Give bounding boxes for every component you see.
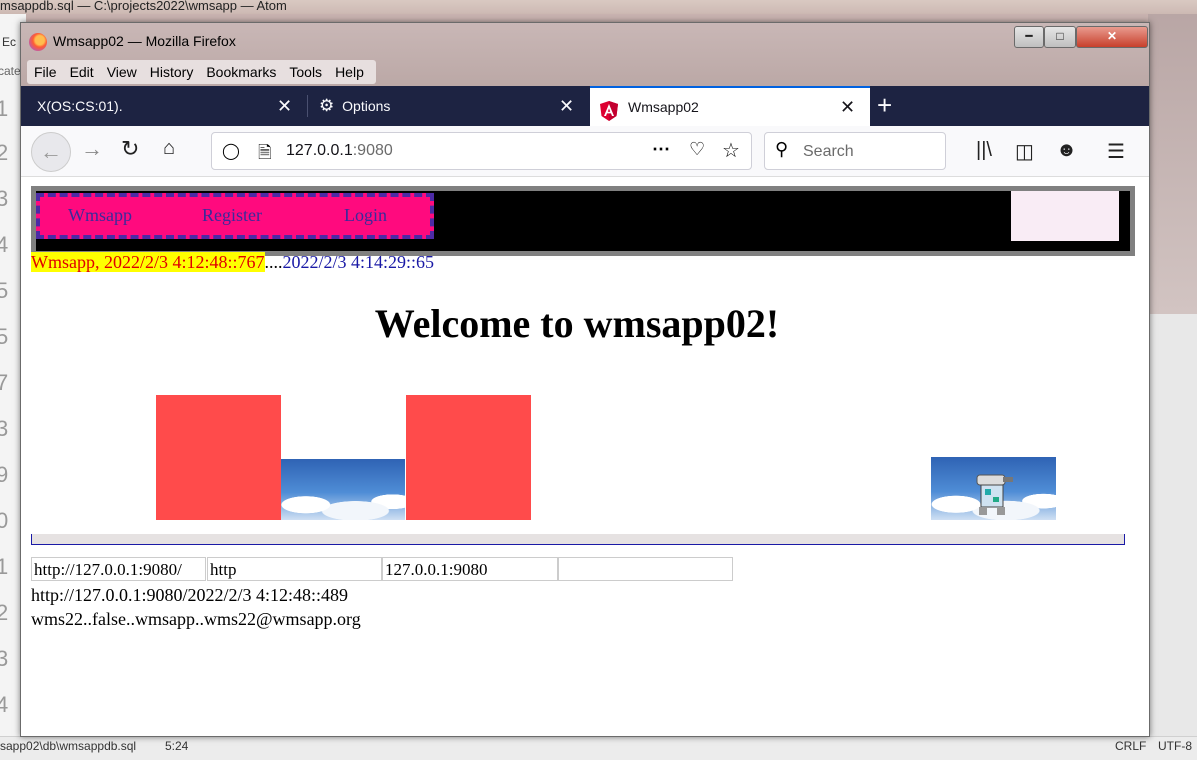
line-number: 3 <box>0 646 9 671</box>
status-file-path[interactable]: sapp02\db\wmsappdb.sql <box>0 738 136 755</box>
status-cursor-position[interactable]: 5:24 <box>165 738 188 755</box>
menu-help[interactable]: Help <box>328 64 370 80</box>
host-field[interactable]: 127.0.0.1:9080 <box>382 557 558 581</box>
nav-link-wmsapp[interactable]: Wmsapp <box>68 205 132 226</box>
divider-bar <box>31 534 1125 545</box>
firefox-logo-icon <box>29 33 47 51</box>
firefox-window: Wmsapp02 — Mozilla Firefox ━ □ ✕ File Ed… <box>20 22 1150 737</box>
close-tab-icon[interactable]: ✕ <box>277 86 292 126</box>
url-timestamp-text: http://127.0.0.1:9080/2022/2/3 4:12:48::… <box>31 585 349 605</box>
tab-bar: X(OS:CS:01). ✕ ⚙ Options ✕ Wmsapp02 ✕ + <box>21 86 1149 126</box>
firefox-titlebar: Wmsapp02 — Mozilla Firefox ━ □ ✕ File Ed… <box>21 23 1149 86</box>
current-timestamp: 2022/2/3 4:14:29::65 <box>282 252 435 272</box>
navbar-right-box <box>1011 191 1119 241</box>
user-info-text: wms22..false..wmsapp..wms22@wmsapp.org <box>31 609 361 629</box>
line-number: 5 <box>0 324 9 349</box>
tab-label: Options <box>342 98 391 114</box>
atom-status-bar: sapp02\db\wmsappdb.sql 5:24 CRLF UTF-8 <box>0 736 1197 760</box>
app-timestamp: Wmsapp, 2022/2/3 4:12:48::767 <box>31 252 265 272</box>
sidebar-icon[interactable]: ◫ <box>1015 139 1034 164</box>
line-number: 0 <box>0 508 9 533</box>
empty-field[interactable] <box>558 557 733 581</box>
navigation-toolbar: ← → ↻ ⌂ ◯ 🗎 127.0.0.1:9080 ⋯ ♡ ☆ ⚲ Searc… <box>21 126 1149 177</box>
atom-tab-label-2: cate <box>0 64 21 78</box>
url-bar[interactable]: ◯ 🗎 127.0.0.1:9080 ⋯ ♡ ☆ <box>211 132 752 170</box>
red-block <box>156 395 281 520</box>
search-placeholder: Search <box>803 143 854 160</box>
nav-link-login[interactable]: Login <box>344 205 387 226</box>
shield-icon[interactable]: ◯ <box>222 141 240 161</box>
menu-file[interactable]: File <box>27 64 63 80</box>
new-tab-button[interactable]: + <box>877 90 892 121</box>
status-encoding[interactable]: UTF-8 <box>1158 738 1192 755</box>
robot-icon <box>976 474 1013 515</box>
tab-1[interactable]: X(OS:CS:01). ✕ <box>37 86 307 126</box>
close-window-button[interactable]: ✕ <box>1076 26 1148 48</box>
home-button[interactable]: ⌂ <box>163 137 175 160</box>
gear-icon: ⚙ <box>319 96 335 115</box>
line-number: 9 <box>0 462 9 487</box>
close-tab-icon[interactable]: ✕ <box>559 86 574 126</box>
menu-hamburger-icon[interactable]: ☰ <box>1107 139 1125 164</box>
menu-view[interactable]: View <box>100 64 143 80</box>
url-field[interactable]: http://127.0.0.1:9080/ <box>31 557 206 581</box>
library-icon[interactable]: ||\ <box>976 139 992 162</box>
page-title: Welcome to wmsapp02! <box>374 301 780 346</box>
search-bar[interactable]: ⚲ Search <box>764 132 946 170</box>
page-content: Wmsapp Register Login Wmsapp, 2022/2/3 4… <box>21 177 1149 736</box>
search-icon: ⚲ <box>775 139 789 159</box>
app-menu: Wmsapp Register Login <box>36 193 434 239</box>
menu-bookmarks[interactable]: Bookmarks <box>199 64 282 80</box>
angular-icon <box>600 97 618 121</box>
nav-link-register[interactable]: Register <box>202 205 262 226</box>
line-number: 4 <box>0 692 9 717</box>
tab-label: Wmsapp02 <box>628 99 699 115</box>
pocket-icon[interactable]: ♡ <box>689 139 705 160</box>
account-icon[interactable]: ☻ <box>1056 139 1077 162</box>
menu-history[interactable]: History <box>143 64 200 80</box>
status-line-ending[interactable]: CRLF <box>1115 738 1146 755</box>
red-block <box>406 395 531 520</box>
page-actions-icon[interactable]: ⋯ <box>652 139 670 160</box>
line-number: 3 <box>0 186 9 211</box>
line-number: 1 <box>0 554 9 579</box>
menu-bar: File Edit View History Bookmarks Tools H… <box>27 60 376 84</box>
back-button[interactable]: ← <box>31 132 71 172</box>
line-number: 7 <box>0 370 9 395</box>
line-number: 5 <box>0 278 9 303</box>
sky-image <box>281 459 405 520</box>
line-number: 4 <box>0 232 9 257</box>
protocol-field[interactable]: http <box>207 557 382 581</box>
url-text[interactable]: 127.0.0.1:9080 <box>286 142 393 160</box>
tab-options[interactable]: ⚙ Options ✕ <box>319 86 589 126</box>
page-icon: 🗎 <box>258 143 272 162</box>
timestamp-line: Wmsapp, 2022/2/3 4:12:48::767....2022/2/… <box>31 252 435 272</box>
reload-button[interactable]: ↻ <box>121 136 139 162</box>
atom-tab-label[interactable]: Ec <box>2 22 16 62</box>
line-number: 1 <box>0 96 9 121</box>
minimize-button[interactable]: ━ <box>1014 26 1044 48</box>
bookmark-star-icon[interactable]: ☆ <box>722 138 740 163</box>
line-number: 2 <box>0 140 9 165</box>
menu-edit[interactable]: Edit <box>63 64 100 80</box>
menu-tools[interactable]: Tools <box>282 64 328 80</box>
line-number: 3 <box>0 416 9 441</box>
close-tab-icon[interactable]: ✕ <box>840 88 855 126</box>
window-title: Wmsapp02 — Mozilla Firefox <box>53 33 236 49</box>
robot-sky-image <box>931 457 1056 520</box>
atom-window-title: msappdb.sql — C:\projects2022\wmsapp — A… <box>0 0 1197 14</box>
app-navbar: Wmsapp Register Login <box>31 186 1135 256</box>
forward-button[interactable]: → <box>81 136 103 162</box>
tab-wmsapp02[interactable]: Wmsapp02 ✕ <box>590 86 870 126</box>
tab-label: X(OS:CS:01). <box>37 98 123 114</box>
atom-editor-edge <box>1148 14 1197 739</box>
line-number: 2 <box>0 600 9 625</box>
maximize-button[interactable]: □ <box>1044 26 1076 48</box>
